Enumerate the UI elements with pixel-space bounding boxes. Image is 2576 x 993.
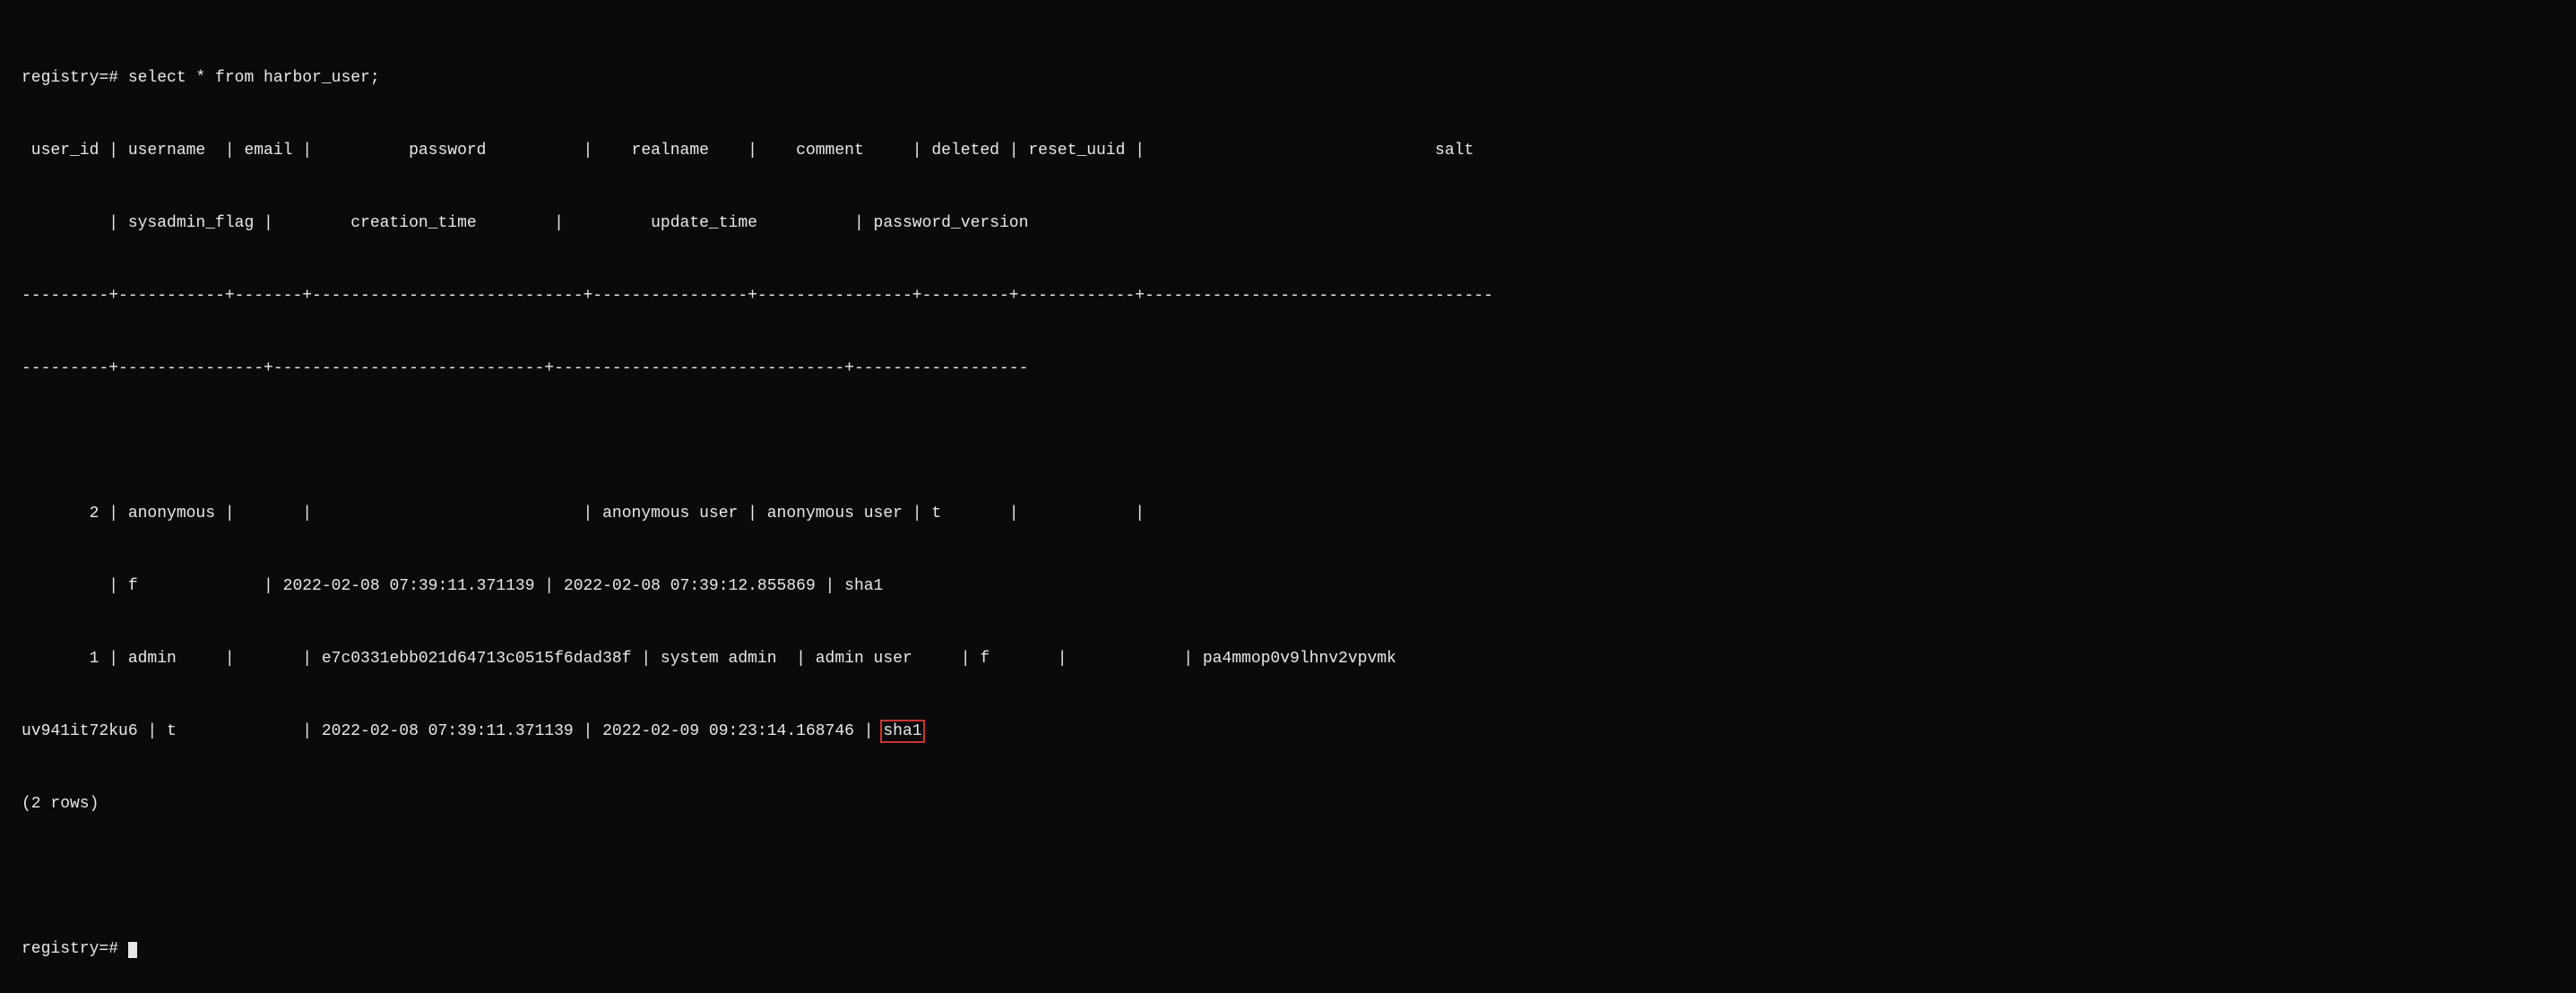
final-prompt[interactable]: registry=# (22, 937, 2554, 962)
terminal-window: registry=# select * from harbor_user; us… (22, 18, 2554, 986)
command-line: registry=# select * from harbor_user; (22, 66, 2554, 91)
prompt-text: registry=# (22, 940, 128, 958)
anon-row-2: | f | 2022-02-08 07:39:11.371139 | 2022-… (22, 574, 2554, 599)
blank-2 (22, 865, 2554, 889)
rows-count: (2 rows) (22, 792, 2554, 816)
header-line-1: user_id | username | email | password | … (22, 139, 2554, 163)
cursor (128, 942, 137, 958)
blank (22, 429, 2554, 453)
anon-row-1: 2 | anonymous | | | anonymous user | ano… (22, 502, 2554, 526)
highlighted-sha1: sha1 (883, 722, 921, 740)
header-line-2: | sysadmin_flag | creation_time | update… (22, 212, 2554, 236)
admin-row-1: 1 | admin | | e7c0331ebb021d64713c0515f6… (22, 647, 2554, 671)
admin-row-2: uv941it72ku6 | t | 2022-02-08 07:39:11.3… (22, 720, 2554, 744)
separator-2: ---------+---------------+--------------… (22, 357, 2554, 381)
separator-1: ---------+-----------+-------+----------… (22, 284, 2554, 308)
